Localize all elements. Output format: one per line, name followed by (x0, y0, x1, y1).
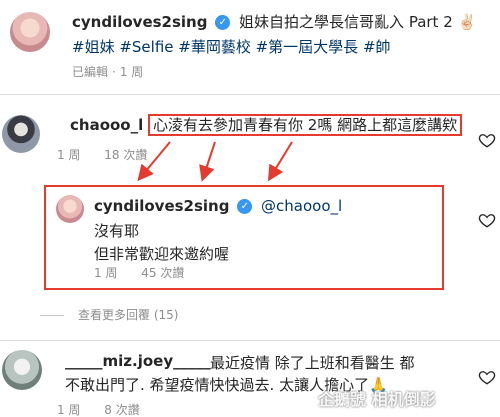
reply-mention[interactable]: @chaooo_l (261, 197, 342, 215)
view-more-line (40, 315, 64, 316)
comment-body: chaooo_l 心淩有去參加青春有你 2嗎 網路上都這麼講欸 (70, 114, 463, 136)
comment-meta: 1 周 18 次讚 (57, 146, 167, 163)
edited-label: 已編輯 (72, 65, 109, 79)
view-more-replies[interactable]: 查看更多回覆 (15) (40, 306, 178, 323)
reply-meta: 1 周 45 次讚 (94, 264, 204, 281)
commenter-avatar[interactable] (2, 115, 40, 153)
victory-hand-emoji: ✌🏻 (457, 13, 477, 31)
annotation-arrow (267, 141, 293, 182)
post-caption: cyndiloves2sing ✓ 姐妹自拍之學長信哥亂入 Part 2 ✌🏻 … (72, 10, 492, 60)
reply-line-1: 沒有耶 (94, 222, 140, 240)
view-more-label[interactable]: 查看更多回覆 (15) (78, 308, 178, 322)
post-time: 1 周 (119, 65, 144, 79)
comment-time: 1 周 (57, 403, 81, 417)
post-author-avatar[interactable] (10, 12, 50, 52)
reply-author-username[interactable]: cyndiloves2sing (94, 197, 229, 215)
reply-author-avatar[interactable] (56, 195, 84, 223)
reply-text: 沒有耶 但非常歡迎來邀約喔 (94, 220, 229, 266)
comment-time: 1 周 (57, 148, 81, 162)
comment-likes[interactable]: 18 次讚 (104, 148, 147, 162)
commenter-avatar[interactable] (2, 350, 42, 390)
comment-meta: 1 周 8 次讚 (57, 401, 160, 417)
annotation-arrow (199, 141, 216, 182)
caption-hashtags[interactable]: #姐妹 #Selfie #華岡藝校 #第一屆大學長 #帥 (72, 38, 391, 56)
verified-badge-icon: ✓ (237, 199, 253, 214)
reply-header: cyndiloves2sing ✓ @chaooo_l (94, 197, 342, 215)
watermark: 企鵝號 相机倒影 (318, 390, 436, 409)
reply-likes[interactable]: 45 次讚 (141, 266, 184, 280)
section-divider (0, 94, 500, 95)
commenter-username[interactable]: chaooo_l (70, 116, 143, 134)
reply-time: 1 周 (94, 266, 118, 280)
caption-text: 姐妹自拍之學長信哥亂入 Part 2 (239, 13, 453, 31)
section-divider (0, 340, 500, 341)
like-heart-icon[interactable] (478, 368, 496, 386)
verified-badge-icon: ✓ (215, 15, 231, 30)
post-author-username[interactable]: cyndiloves2sing (72, 13, 207, 31)
like-heart-icon[interactable] (478, 131, 496, 149)
post-meta: 已編輯 · 1 周 (72, 65, 144, 79)
comment-likes[interactable]: 8 次讚 (104, 403, 139, 417)
reply-line-2: 但非常歡迎來邀約喔 (94, 245, 230, 263)
comment-text: 心淩有去參加青春有你 2嗎 網路上都這麼講欸 (148, 114, 463, 136)
like-heart-icon[interactable] (478, 211, 496, 229)
